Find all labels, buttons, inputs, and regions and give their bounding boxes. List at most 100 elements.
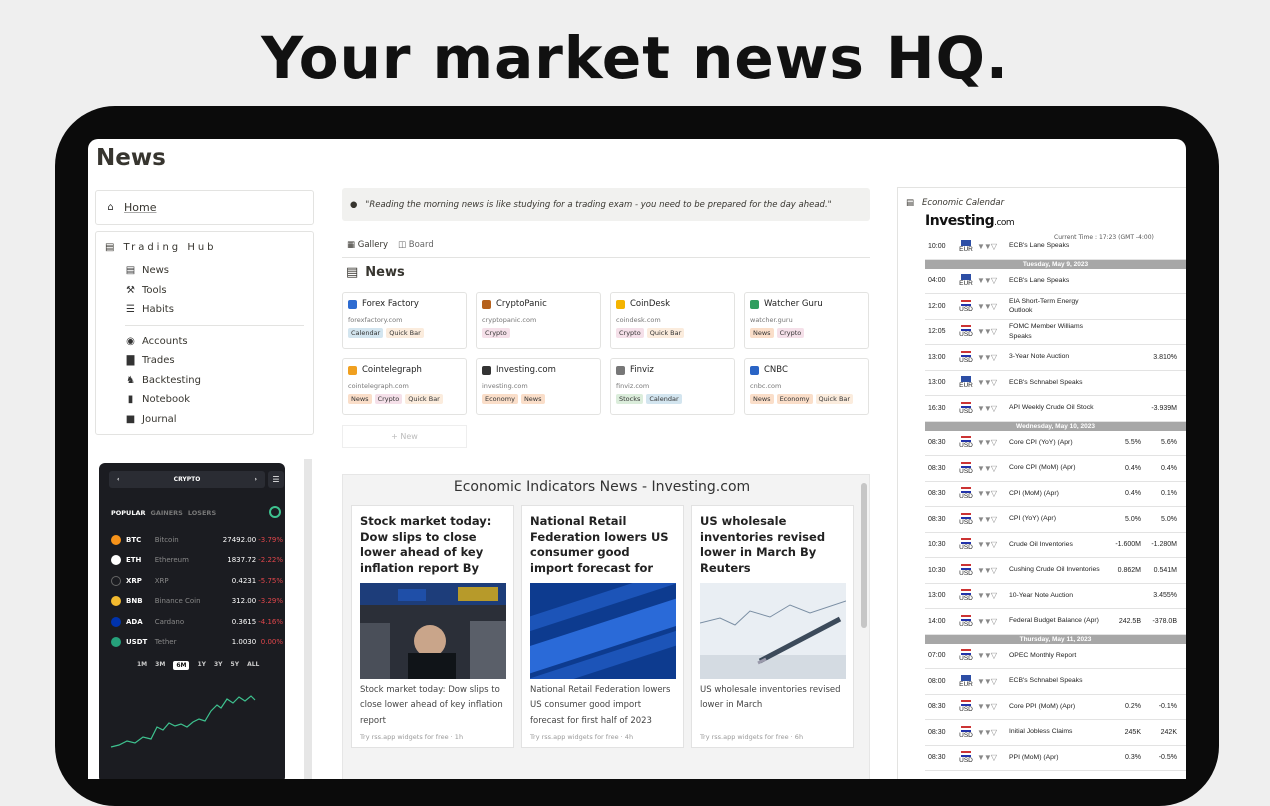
crypto-row[interactable]: BNB Binance Coin 312.00 -3.29% bbox=[111, 593, 283, 610]
calendar-row[interactable]: 13:00 USD ▼▼▽ 10-Year Note Auction 3.455% bbox=[925, 584, 1186, 609]
event-name[interactable]: Crude Oil Inventories bbox=[1009, 540, 1103, 550]
source-card[interactable]: Finviz finviz.com Stocks Calendar bbox=[610, 358, 735, 415]
sidebar-item-tools[interactable]: ⚒ Tools bbox=[125, 281, 304, 301]
crypto-row[interactable]: XRP XRP 0.4231 -5.75% bbox=[111, 572, 283, 589]
calendar-row[interactable]: 16:30 USD ▼▼▽ API Weekly Crude Oil Stock -3.… bbox=[925, 396, 1186, 422]
calendar-row[interactable]: 08:00 EUR ▼▼▽ ECB's Schnabel Speaks bbox=[925, 669, 1186, 695]
crypto-row[interactable]: ADA Cardano 0.3615 -4.16% bbox=[111, 613, 283, 630]
event-forecast: 0.541M bbox=[1153, 566, 1177, 574]
event-name[interactable]: Initial Jobless Claims bbox=[1009, 727, 1103, 737]
event-name[interactable]: ECB's Lane Speaks bbox=[1009, 276, 1103, 286]
calendar-row[interactable]: 08:30 USD ▼▼▽ Initial Jobless Claims 245K 242… bbox=[925, 720, 1186, 746]
calendar-row[interactable]: 14:00 USD ▼▼▽ Federal Budget Balance (Apr) 2… bbox=[925, 609, 1186, 635]
rss-card[interactable]: Stock market today: Dow slips to close l… bbox=[351, 505, 514, 748]
source-card[interactable]: CNBC cnbc.com News Economy Quick Bar bbox=[744, 358, 869, 415]
new-card-button[interactable]: + New bbox=[342, 425, 467, 448]
calendar-row[interactable]: 08:30 USD ▼▼▽ PPI (MoM) (Apr) 0.3% -0.5% bbox=[925, 746, 1186, 771]
refresh-icon[interactable] bbox=[269, 506, 281, 518]
currency: USD bbox=[955, 487, 977, 501]
event-name[interactable]: OPEC Monthly Report bbox=[1009, 651, 1103, 661]
range-6m[interactable]: 6M bbox=[173, 661, 190, 670]
event-name[interactable]: Core CPI (MoM) (Apr) bbox=[1009, 463, 1103, 473]
calendar-row[interactable]: 12:00 USD ▼▼▽ EIA Short-Term Energy Outlook bbox=[925, 294, 1186, 320]
tab-gainers[interactable]: GAINERS bbox=[151, 509, 183, 517]
calendar-row[interactable]: 08:30 USD ▼▼▽ Core CPI (MoM) (Apr) 0.4% 0.4% bbox=[925, 456, 1186, 482]
event-name[interactable]: 3-Year Note Auction bbox=[1009, 352, 1103, 362]
range-1m[interactable]: 1M bbox=[137, 661, 147, 670]
next-icon[interactable]: › bbox=[255, 476, 257, 483]
rss-scrollbar[interactable] bbox=[861, 483, 867, 628]
sidebar-item-backtesting[interactable]: ♞ Backtesting bbox=[125, 371, 304, 391]
rss-footer[interactable]: Try rss.app widgets for free · 1h bbox=[360, 733, 463, 741]
range-1y[interactable]: 1Y bbox=[197, 661, 206, 670]
event-name[interactable]: EIA Short-Term Energy Outlook bbox=[1009, 297, 1103, 316]
calendar-row[interactable]: 13:00 EUR ▼▼▽ ECB's Schnabel Speaks bbox=[925, 371, 1186, 396]
chess-icon: ♞ bbox=[126, 374, 135, 386]
sidebar-item-habits[interactable]: ☰ Habits bbox=[125, 300, 304, 320]
event-name[interactable]: 10-Year Note Auction bbox=[1009, 591, 1103, 601]
widget-scrollbar[interactable] bbox=[304, 459, 312, 779]
prev-icon[interactable]: ‹ bbox=[117, 476, 119, 483]
event-name[interactable]: CPI (MoM) (Apr) bbox=[1009, 489, 1103, 499]
calendar-row[interactable]: 12:05 USD ▼▼▽ FOMC Member Williams Speaks bbox=[925, 320, 1186, 345]
calendar-row[interactable]: 10:30 USD ▼▼▽ Crude Oil Inventories -1.600M -… bbox=[925, 533, 1186, 558]
calendar-row[interactable]: 04:00 EUR ▼▼▽ ECB's Lane Speaks bbox=[925, 269, 1186, 294]
event-name[interactable]: Core CPI (YoY) (Apr) bbox=[1009, 438, 1103, 448]
calendar-row[interactable]: 08:30 USD ▼▼▽ Core CPI (YoY) (Apr) 5.5% 5.6% bbox=[925, 431, 1186, 456]
range-3m[interactable]: 3M bbox=[155, 661, 165, 670]
rss-footer[interactable]: Try rss.app widgets for free · 6h bbox=[700, 733, 803, 741]
event-name[interactable]: API Weekly Crude Oil Stock bbox=[1009, 403, 1103, 413]
event-name[interactable]: ECB's Schnabel Speaks bbox=[1009, 378, 1103, 388]
event-name[interactable]: ECB's Lane Speaks bbox=[1009, 241, 1103, 251]
range-3y[interactable]: 3Y bbox=[214, 661, 223, 670]
event-name[interactable]: Federal Budget Balance (Apr) bbox=[1009, 616, 1103, 626]
crypto-change: -4.16% bbox=[258, 617, 284, 626]
day-header: Tuesday, May 9, 2023 bbox=[925, 259, 1186, 269]
event-name[interactable]: CPI (YoY) (Apr) bbox=[1009, 514, 1103, 524]
sidebar-item-news[interactable]: ▤ News bbox=[125, 261, 304, 281]
calendar-row[interactable]: 10:30 USD ▼▼▽ Cushing Crude Oil Inventories… bbox=[925, 558, 1186, 584]
range-5y[interactable]: 5Y bbox=[231, 661, 240, 670]
menu-icon[interactable]: ☰ bbox=[268, 471, 284, 488]
tab-popular[interactable]: POPULAR bbox=[111, 509, 146, 517]
crypto-row[interactable]: ETH Ethereum 1837.72 -2.22% bbox=[111, 552, 283, 569]
event-name[interactable]: ECB's Schnabel Speaks bbox=[1009, 676, 1103, 686]
sidebar-item-trades[interactable]: ▇ Trades bbox=[125, 351, 304, 371]
source-card[interactable]: Forex Factory forexfactory.com Calendar Qui… bbox=[342, 292, 467, 349]
tab-board[interactable]: ◫ Board bbox=[398, 240, 434, 250]
source-card[interactable]: Cointelegraph cointelegraph.com News Crypto… bbox=[342, 358, 467, 415]
rss-headline[interactable]: Stock market today: Dow slips to close l… bbox=[360, 514, 505, 578]
currency: USD bbox=[955, 461, 977, 476]
divider bbox=[125, 324, 304, 326]
calendar-row[interactable]: 08:30 USD ▼▼▽ Core PPI (MoM) (Apr) 0.2% -0.1% bbox=[925, 695, 1186, 720]
rss-headline[interactable]: US wholesale inventories revised lower i… bbox=[700, 514, 845, 578]
calendar-row[interactable]: 08:30 USD ▼▼▽ CPI (YoY) (Apr) 5.0% 5.0% bbox=[925, 507, 1186, 533]
range-all[interactable]: ALL bbox=[247, 661, 259, 670]
source-card[interactable]: CryptoPanic cryptopanic.com Crypto bbox=[476, 292, 601, 349]
sidebar-item-journal[interactable]: ■ Journal bbox=[125, 410, 304, 430]
sidebar-item-accounts[interactable]: ◉ Accounts bbox=[125, 332, 304, 352]
rss-footer[interactable]: Try rss.app widgets for free · 4h bbox=[530, 733, 633, 741]
crypto-row[interactable]: USDT Tether 1.0030 0.00% bbox=[111, 634, 283, 651]
calendar-row[interactable]: 13:00 USD ▼▼▽ 3-Year Note Auction 3.810% bbox=[925, 345, 1186, 371]
calendar-row[interactable]: 08:30 USD ▼▼▽ CPI (MoM) (Apr) 0.4% 0.1% bbox=[925, 482, 1186, 507]
home-link[interactable]: ⌂ Home bbox=[95, 190, 314, 225]
calendar-row[interactable]: 07:00 USD ▼▼▽ OPEC Monthly Report bbox=[925, 644, 1186, 669]
event-name[interactable]: Core PPI (MoM) (Apr) bbox=[1009, 702, 1103, 712]
rss-card[interactable]: National Retail Federation lowers US con… bbox=[520, 505, 690, 748]
source-card[interactable]: CoinDesk coindesk.com Crypto Quick Bar bbox=[610, 292, 735, 349]
tab-losers[interactable]: LOSERS bbox=[188, 509, 216, 517]
rss-headline[interactable]: National Retail Federation lowers US con… bbox=[530, 514, 675, 578]
source-card[interactable]: Watcher Guru watcher.guru News Crypto bbox=[744, 292, 869, 349]
event-name[interactable]: FOMC Member Williams Speaks bbox=[1009, 322, 1103, 341]
divider bbox=[342, 257, 870, 258]
event-name[interactable]: PPI (MoM) (Apr) bbox=[1009, 753, 1103, 763]
rss-card[interactable]: US wholesale inventories revised lower i… bbox=[691, 505, 854, 748]
source-name: CNBC bbox=[764, 365, 788, 375]
crypto-selector[interactable]: ‹ CRYPTO › bbox=[109, 471, 265, 488]
sidebar-item-notebook[interactable]: ▮ Notebook bbox=[125, 390, 304, 410]
tab-gallery[interactable]: ▦ Gallery bbox=[347, 240, 388, 250]
event-name[interactable]: Cushing Crude Oil Inventories bbox=[1009, 565, 1103, 575]
crypto-row[interactable]: BTC Bitcoin 27492.00 -3.79% bbox=[111, 531, 283, 548]
source-card[interactable]: Investing.com investing.com Economy News bbox=[476, 358, 601, 415]
